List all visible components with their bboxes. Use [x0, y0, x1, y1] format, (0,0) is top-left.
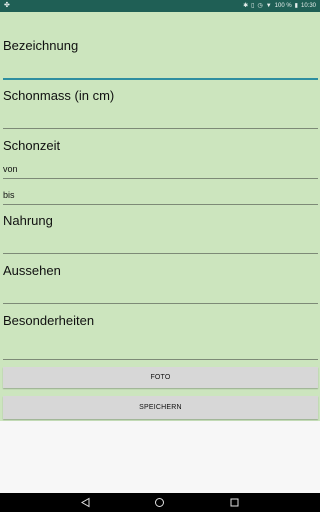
- schonmass-label: Schonmass (in cm): [3, 88, 115, 103]
- schonmass-input[interactable]: [3, 128, 318, 129]
- speichern-button[interactable]: SPEICHERN: [3, 396, 318, 419]
- nahrung-label: Nahrung: [3, 213, 53, 228]
- aussehen-input[interactable]: [3, 303, 318, 304]
- bezeichnung-input[interactable]: [3, 78, 318, 80]
- von-label: von: [3, 164, 18, 174]
- schonzeit-label: Schonzeit: [3, 138, 61, 153]
- bezeichnung-label: Bezeichnung: [3, 38, 79, 53]
- foto-button[interactable]: FOTO: [3, 367, 318, 388]
- status-bar: ✤ ✱ ▯ ◷ ▼ 100 % ▮ 10:30: [0, 0, 320, 12]
- home-icon[interactable]: [154, 497, 165, 508]
- status-time: 10:30: [300, 3, 316, 9]
- notification-icon: ✤: [4, 2, 10, 9]
- besonderheiten-label: Besonderheiten: [3, 313, 95, 328]
- status-icons: ✱ ▯ ◷ ▼ 100 % ▮ 10:30: [243, 2, 316, 10]
- battery-percent: 100 %: [274, 3, 292, 9]
- besonderheiten-input[interactable]: [3, 359, 318, 360]
- aussehen-label: Aussehen: [3, 263, 61, 278]
- navigation-bar: [0, 493, 320, 512]
- back-icon[interactable]: [80, 497, 91, 508]
- vibrate-icon: ▯: [251, 3, 255, 9]
- recents-icon[interactable]: [229, 497, 240, 508]
- form-container: Bezeichnung Schonmass (in cm) Schonzeit …: [0, 12, 320, 421]
- bis-input[interactable]: [3, 204, 318, 205]
- bluetooth-icon: ✱: [243, 3, 249, 9]
- alarm-icon: ◷: [257, 3, 263, 9]
- empty-area: [0, 421, 320, 493]
- von-input[interactable]: [3, 178, 318, 179]
- battery-icon: ▮: [294, 3, 298, 9]
- bis-label: bis: [3, 190, 15, 200]
- nahrung-input[interactable]: [3, 253, 318, 254]
- wifi-icon: ▼: [265, 3, 272, 9]
